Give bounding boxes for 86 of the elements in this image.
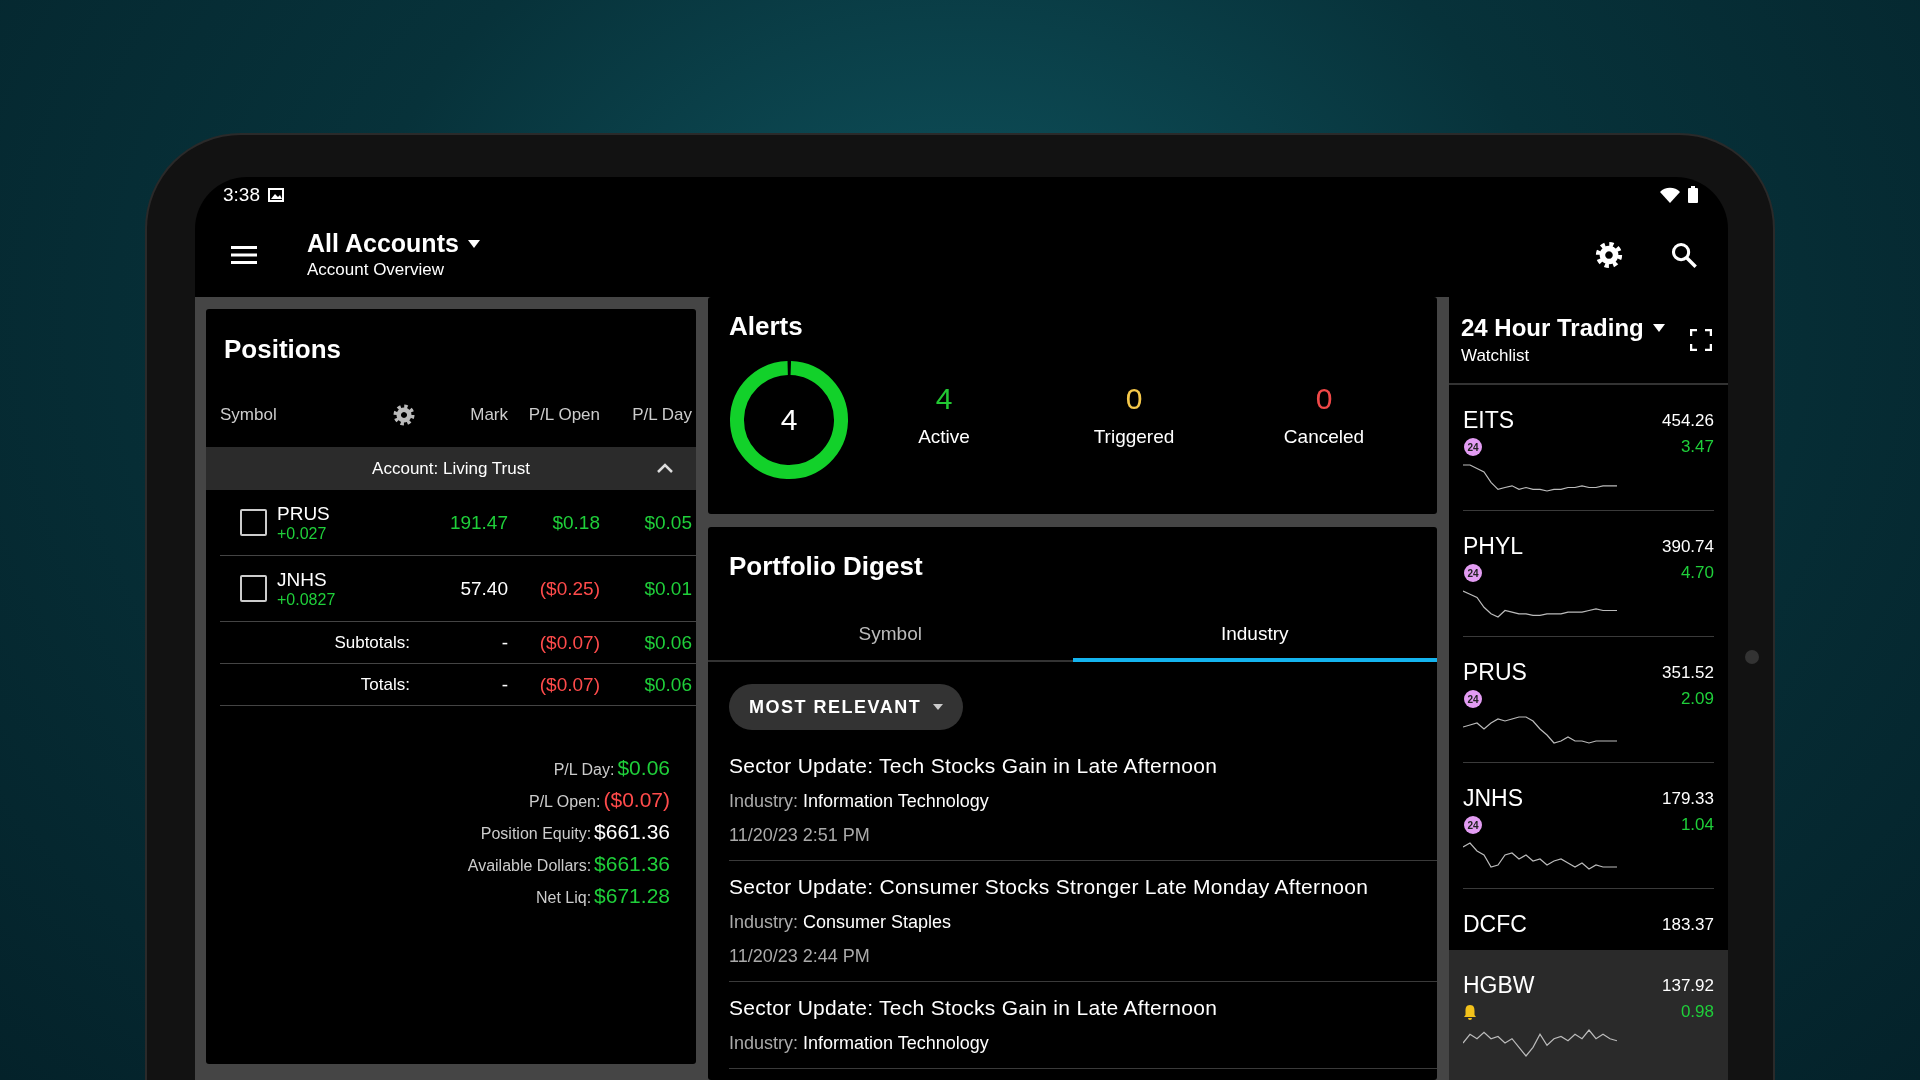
industry-value: Information Technology: [803, 1033, 989, 1054]
column-header: P/L Open: [527, 405, 600, 425]
total-label: Subtotals:: [333, 632, 411, 653]
industry-label: Industry:: [729, 1033, 799, 1054]
summary-label: P/L Open:: [529, 793, 601, 811]
sort-dropdown[interactable]: MOST RELEVANT: [729, 684, 964, 730]
news-headline[interactable]: Sector Update: Consumer Stocks Stronger Late Monday Afternoon: [729, 875, 1437, 899]
account-subtitle: Account Overview: [307, 260, 445, 280]
column-header: P/L Day: [631, 405, 692, 425]
industry-value: Information Technology: [803, 791, 989, 812]
table-cell-text: 191.47: [448, 511, 508, 534]
hours-badge: 24: [1464, 816, 1482, 834]
chevron-icon[interactable]: [656, 462, 674, 474]
watchlist-item[interactable]: HGBW 137.92 0.98: [1449, 950, 1728, 1080]
tab[interactable]: Symbol: [708, 610, 1073, 662]
table-cell-text: $0.05: [643, 511, 692, 534]
summary-label: Position Equity:: [480, 825, 592, 843]
watchlist-item[interactable]: DCFC 183.37: [1463, 889, 1714, 950]
column-header: Mark: [469, 405, 508, 425]
watchlist-item[interactable]: EITS 454.26 24 3.47: [1463, 385, 1714, 511]
hours-badge: 24: [1464, 564, 1482, 582]
account-group-header[interactable]: Account: Living Trust: [206, 447, 696, 490]
summary-value: $671.28: [594, 884, 670, 908]
alert-status-label: Active: [918, 426, 970, 448]
table-cell-text: $0.06: [643, 673, 692, 696]
summary-value: $661.36: [594, 820, 670, 844]
watchlist-item[interactable]: PRUS 351.52 24 2.09: [1463, 637, 1714, 763]
battery-icon: [1688, 186, 1698, 203]
industry-label: Industry:: [729, 791, 799, 812]
watchlist-item[interactable]: PHYL 390.74 24 4.70: [1463, 511, 1714, 637]
caret-icon[interactable]: [933, 704, 944, 710]
search-icon[interactable]: [1670, 240, 1698, 269]
summary-label: Available Dollars:: [467, 857, 592, 875]
table-cell-text: -: [500, 673, 508, 696]
checkbox[interactable]: [240, 575, 267, 602]
news-headline[interactable]: Sector Update: Tech Stocks Gain in Late Afternoon: [729, 996, 1437, 1020]
settings-icon[interactable]: [1594, 239, 1624, 270]
industry-value: Consumer Staples: [803, 912, 952, 933]
status-time: 3:38: [223, 183, 260, 206]
summary-label: Net Liq:: [535, 889, 592, 907]
alert-count: 0: [1315, 382, 1333, 416]
alert-status-label: Triggered: [1093, 426, 1175, 448]
image-icon: [268, 187, 284, 202]
table-cell-text: $0.18: [551, 511, 600, 534]
summary-value: $661.36: [594, 852, 670, 876]
table-cell-text: ($0.25): [538, 577, 600, 600]
watchlist-subtitle: Watchlist: [1461, 346, 1531, 366]
summary-value: ($0.07): [603, 788, 670, 812]
account-title[interactable]: All Accounts: [307, 229, 459, 258]
table-cell-text: -: [500, 631, 508, 654]
table-cell-text: ($0.07): [538, 673, 600, 696]
news-time: 11/20/23 2:51 PM: [729, 825, 871, 846]
alert-status-label: Canceled: [1283, 426, 1365, 448]
alert-count: 4: [935, 382, 953, 416]
tab[interactable]: Industry: [1072, 610, 1437, 662]
change-text: +0.0827: [277, 590, 336, 609]
menu-icon[interactable]: [231, 244, 257, 265]
alert-count: 0: [1125, 382, 1143, 416]
symbol-text: PRUS: [277, 502, 330, 525]
change-text: +0.027: [277, 524, 328, 543]
alerts-ring: 4: [729, 360, 849, 480]
total-label: Totals:: [359, 674, 411, 695]
wifi-icon: [1660, 186, 1680, 203]
news-headline[interactable]: Sector Update: Tech Stocks Gain in Late Afternoon: [729, 754, 1437, 778]
checkbox[interactable]: [240, 509, 267, 536]
digest-title: Portfolio Digest: [729, 551, 924, 582]
positions-title: Positions: [224, 334, 342, 365]
summary-value: $0.06: [617, 756, 670, 780]
industry-label: Industry:: [729, 912, 799, 933]
watchlist-item[interactable]: JNHS 179.33 24 1.04: [1463, 763, 1714, 889]
hours-badge: 24: [1464, 690, 1482, 708]
settings-icon[interactable]: [392, 403, 416, 427]
table-cell-text: 57.40: [459, 577, 508, 600]
alerts-title: Alerts: [729, 311, 804, 342]
news-time: 11/20/23 2:44 PM: [729, 946, 871, 967]
hours-badge: 24: [1464, 438, 1482, 456]
table-cell-text: ($0.07): [538, 631, 600, 654]
dropdown-caret-icon[interactable]: [1651, 323, 1666, 333]
column-header: Symbol: [220, 405, 277, 425]
table-cell-text: $0.01: [643, 577, 692, 600]
watchlist-title[interactable]: 24 Hour Trading: [1461, 314, 1644, 342]
expand-icon[interactable]: [1690, 329, 1712, 351]
dropdown-caret-icon[interactable]: [466, 238, 481, 249]
table-cell-text: $0.06: [643, 631, 692, 654]
symbol-text: JNHS: [277, 568, 328, 591]
summary-label: P/L Day:: [553, 761, 615, 779]
